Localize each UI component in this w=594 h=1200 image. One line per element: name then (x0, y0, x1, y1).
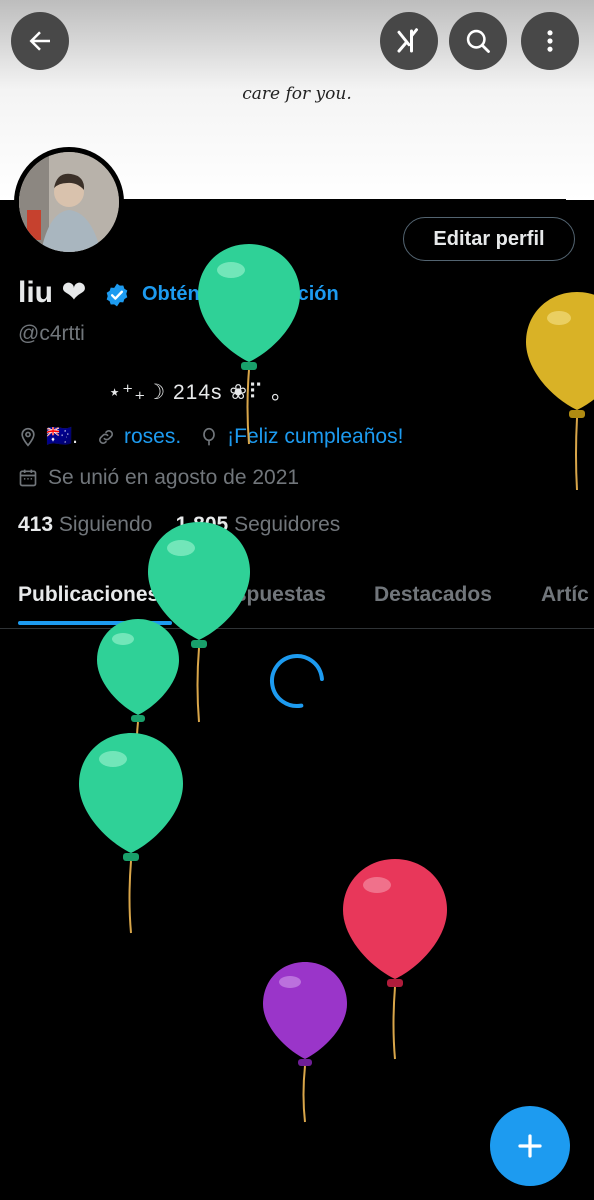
search-button[interactable] (449, 12, 507, 70)
tab-destacados[interactable]: Destacados (374, 583, 492, 607)
balloon-green-icon (198, 244, 300, 445)
more-button[interactable] (521, 12, 579, 70)
following-label: Siguiendo (58, 513, 153, 536)
banner-text: care for you. (242, 84, 352, 104)
grok-button[interactable] (380, 12, 438, 70)
location-item: 🇦🇺. (18, 425, 78, 449)
joined-text: Se unió en agosto de 2021 (48, 466, 300, 489)
website-item[interactable]: roses. (96, 425, 181, 449)
location-text: 🇦🇺. (46, 425, 78, 448)
verified-badge-icon (106, 283, 128, 307)
loading-spinner-icon (270, 654, 324, 708)
tab-publicaciones[interactable]: Publicaciones (18, 583, 159, 607)
joined-row: Se unió en agosto de 2021 (18, 466, 299, 490)
profile-name: liu ❤ (18, 276, 87, 309)
profile-handle: @c4rtti (18, 322, 85, 345)
location-pin-icon (18, 427, 38, 447)
tab-articulos[interactable]: Artíc (541, 583, 589, 607)
balloon-green-icon (79, 733, 183, 934)
back-button[interactable] (11, 12, 69, 70)
compose-post-button[interactable] (490, 1106, 570, 1186)
avatar-image (19, 152, 119, 252)
calendar-icon (18, 468, 38, 488)
balloon-yellow-icon (526, 292, 594, 491)
more-vertical-icon (547, 30, 553, 52)
avatar[interactable] (14, 147, 124, 257)
arrow-left-icon (29, 31, 50, 51)
plus-icon (518, 1134, 542, 1158)
search-icon (466, 29, 490, 53)
link-icon (96, 427, 116, 447)
edit-profile-button[interactable]: Editar perfil (403, 217, 575, 261)
website-link[interactable]: roses. (124, 425, 181, 449)
following-count: 413 (18, 513, 54, 536)
following-link[interactable]: 413 Siguiendo (18, 513, 152, 536)
balloon-red-icon (343, 859, 447, 1060)
grok-icon (397, 28, 418, 53)
balloon-purple-icon (263, 962, 347, 1123)
banner-divider (116, 199, 566, 202)
